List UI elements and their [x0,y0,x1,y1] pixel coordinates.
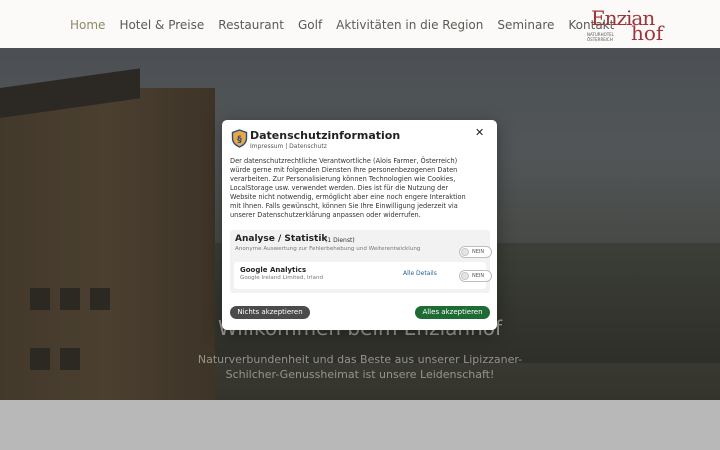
toggle-knob [461,248,469,256]
toggle-label: NEIN [472,249,485,255]
modal-description-line: mit Ihnen. Falls gewünscht, können Sie I… [230,202,458,210]
privacy-consent-modal: § Datenschutzinformation Impressum | Dat… [222,120,497,330]
logo-tagline: NATURHOTEL ÖSTERREICH [587,32,614,42]
category-service-count: (1 Dienst) [325,237,355,244]
category-toggle[interactable]: NEIN [459,246,492,258]
service-item-google-analytics: Google Analytics Google Ireland Limited,… [234,262,492,289]
category-title: Analyse / Statistik [235,234,328,244]
close-icon[interactable]: ✕ [475,126,484,139]
nav-item-seminare[interactable]: Seminare [497,18,554,32]
service-details-link[interactable]: Alle Details [403,270,437,277]
modal-description-line: Der datenschutzrechtliche Verantwortlich… [230,157,458,165]
modal-description-line: unserer Datenschutzerklärung anpassen od… [230,211,421,219]
toggle-label: NEIN [472,273,485,279]
toggle-knob [461,272,469,280]
service-category-analytics: Analyse / Statistik (1 Dienst) Anonyme A… [230,230,492,293]
service-toggle[interactable]: NEIN [459,270,492,282]
modal-description: Der datenschutzrechtliche Verantwortlich… [230,157,490,220]
modal-description-line: LocalStorage usw. verwendet werden. Dies… [230,184,449,192]
service-name: Google Analytics [240,266,307,274]
svg-text:§: § [237,135,242,145]
modal-legal-links[interactable]: Impressum | Datenschutz [250,143,327,150]
site-header: Home Hotel & Preise Restaurant Golf Akti… [0,0,720,48]
logo-line2: hof [631,21,664,45]
accept-all-button[interactable]: Alles akzeptieren [415,306,490,319]
nav-item-hotel-preise[interactable]: Hotel & Preise [119,18,204,32]
main-nav: Home Hotel & Preise Restaurant Golf Akti… [70,18,614,32]
modal-description-line: würde gerne mit folgenden Diensten Ihre … [230,166,458,174]
modal-description-line: verarbeiten. Zur Personalisierung können… [230,175,456,183]
site-logo[interactable]: Enzian hof NATURHOTEL ÖSTERREICH [585,6,664,45]
decline-all-button[interactable]: Nichts akzeptieren [230,306,310,319]
nav-item-home[interactable]: Home [70,18,105,32]
nav-item-golf[interactable]: Golf [298,18,322,32]
modal-title: Datenschutzinformation [250,129,401,142]
shield-paragraph-icon: § [231,129,248,148]
category-description: Anonyme Auswertung zur Fehlerbehebung un… [235,246,421,252]
modal-description-line: Website nicht notwendig, ermöglicht aber… [230,193,466,201]
nav-item-restaurant[interactable]: Restaurant [218,18,284,32]
service-provider: Google Ireland Limited, Irland [240,275,324,281]
nav-item-aktivitaeten[interactable]: Aktivitäten in die Region [336,18,483,32]
